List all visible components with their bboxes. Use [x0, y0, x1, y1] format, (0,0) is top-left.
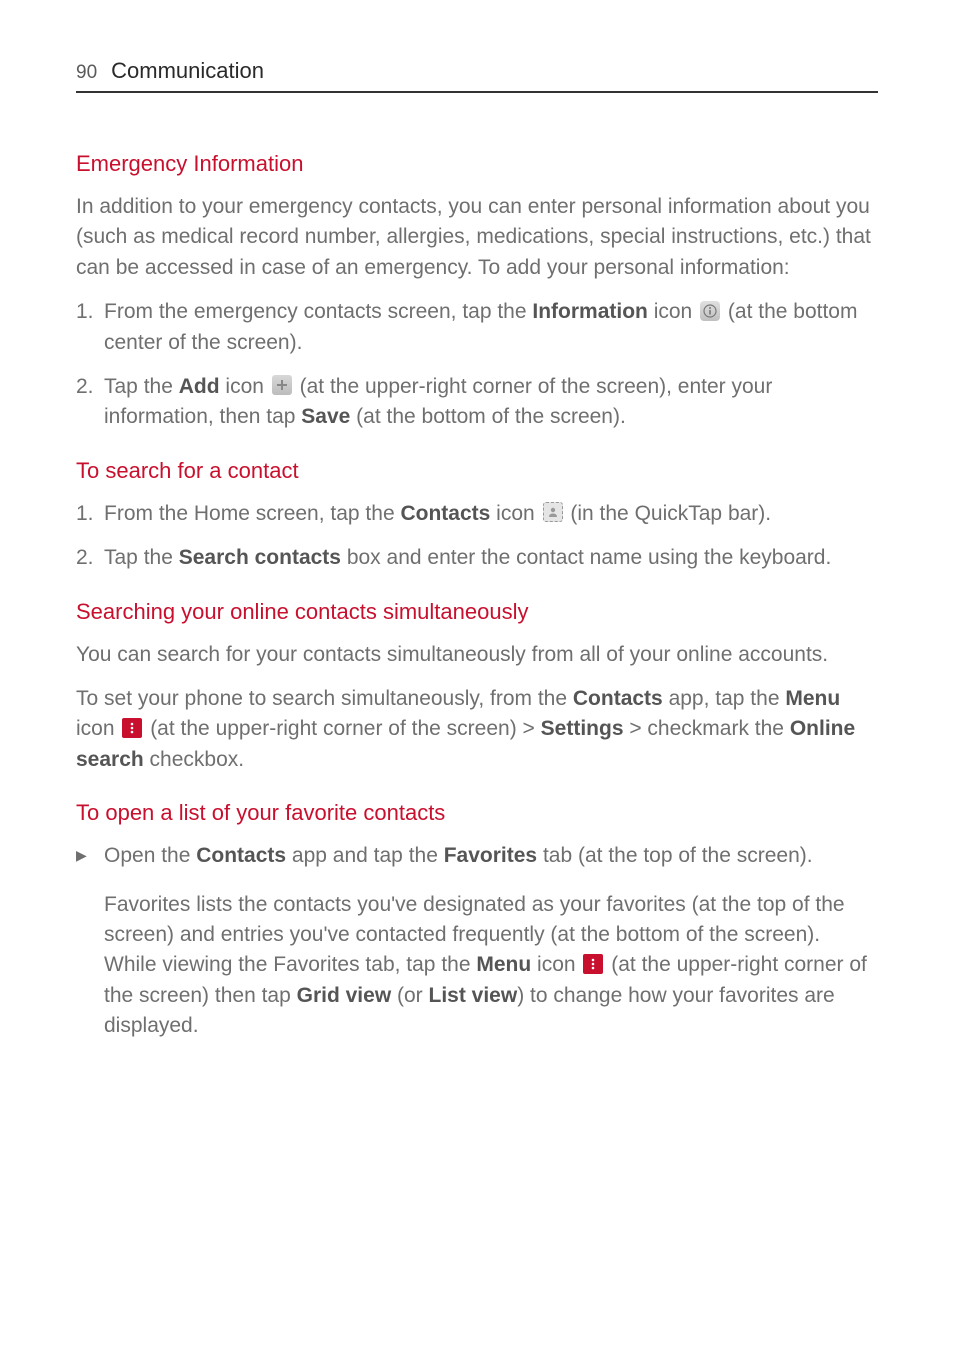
ordered-list-item: 1. From the Home screen, tap the Contact…: [76, 499, 878, 529]
ordered-list-item: 1. From the emergency contacts screen, t…: [76, 297, 878, 358]
list-content: From the emergency contacts screen, tap …: [104, 297, 878, 358]
bold-text: List view: [429, 984, 518, 1007]
heading-favorite-contacts: To open a list of your favorite contacts: [76, 797, 878, 829]
list-content: Tap the Search contacts box and enter th…: [104, 543, 878, 573]
text: Open the: [104, 844, 196, 867]
text: Tap the: [104, 546, 179, 569]
list-content: From the Home screen, tap the Contacts i…: [104, 499, 878, 529]
info-icon: [700, 301, 720, 321]
heading-search-contact: To search for a contact: [76, 455, 878, 487]
add-icon: [272, 375, 292, 395]
paragraph: To set your phone to search simultaneous…: [76, 684, 878, 775]
list-content: Tap the Add icon (at the upper-right cor…: [104, 372, 878, 433]
paragraph: In addition to your emergency contacts, …: [76, 192, 878, 283]
list-number: 2.: [76, 372, 104, 433]
text: checkbox.: [144, 748, 244, 771]
bold-text: Information: [532, 300, 648, 323]
list-number: 1.: [76, 297, 104, 358]
ordered-list-item: 2. Tap the Search contacts box and enter…: [76, 543, 878, 573]
bold-text: Search contacts: [179, 546, 341, 569]
text: icon: [490, 502, 540, 525]
bold-text: Settings: [541, 717, 624, 740]
page-number: 90: [76, 59, 97, 87]
list-number: 1.: [76, 499, 104, 529]
bold-text: Save: [301, 405, 350, 428]
paragraph: Favorites lists the contacts you've desi…: [76, 890, 878, 1042]
bold-text: Contacts: [400, 502, 490, 525]
bold-text: Favorites: [444, 844, 537, 867]
paragraph: You can search for your contacts simulta…: [76, 640, 878, 670]
text: icon: [220, 375, 270, 398]
heading-online-search: Searching your online contacts simultane…: [76, 596, 878, 628]
bold-text: Menu: [476, 953, 531, 976]
text: From the emergency contacts screen, tap …: [104, 300, 532, 323]
ordered-list-item: 2. Tap the Add icon (at the upper-right …: [76, 372, 878, 433]
text: (in the QuickTap bar).: [565, 502, 772, 525]
text: > checkmark the: [624, 717, 790, 740]
bold-text: Grid view: [297, 984, 392, 1007]
text: icon: [76, 717, 120, 740]
menu-icon: [122, 718, 142, 738]
text: app, tap the: [663, 687, 786, 710]
list-content: Open the Contacts app and tap the Favori…: [104, 841, 878, 871]
contacts-icon: [543, 502, 563, 522]
bullet-marker: ▶: [76, 841, 104, 871]
text: icon: [531, 953, 581, 976]
bold-text: Contacts: [196, 844, 286, 867]
bold-text: Add: [179, 375, 220, 398]
text: From the Home screen, tap the: [104, 502, 400, 525]
list-number: 2.: [76, 543, 104, 573]
text: (at the upper-right corner of the screen…: [144, 717, 540, 740]
text: box and enter the contact name using the…: [341, 546, 831, 569]
bold-text: Menu: [785, 687, 840, 710]
heading-emergency-info: Emergency Information: [76, 148, 878, 180]
text: app and tap the: [286, 844, 444, 867]
bullet-list-item: ▶ Open the Contacts app and tap the Favo…: [76, 841, 878, 871]
text: (or: [391, 984, 428, 1007]
page-header: 90 Communication: [76, 55, 878, 93]
text: icon: [648, 300, 698, 323]
section-title: Communication: [111, 55, 264, 87]
text: tab (at the top of the screen).: [537, 844, 813, 867]
menu-icon: [583, 954, 603, 974]
text: (at the bottom of the screen).: [350, 405, 625, 428]
text: To set your phone to search simultaneous…: [76, 687, 573, 710]
text: Tap the: [104, 375, 179, 398]
bold-text: Contacts: [573, 687, 663, 710]
